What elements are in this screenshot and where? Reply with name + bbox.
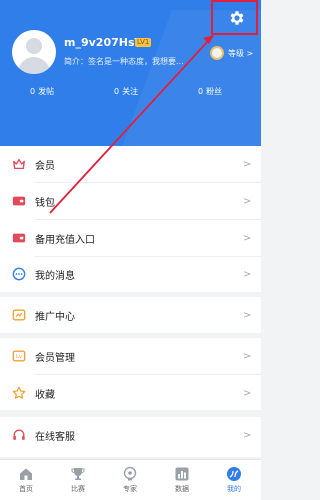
bar-chart-icon	[175, 467, 189, 481]
menu-group-1: 会员 > 钱包 > 备用充值入口 > 我的消息 >	[0, 146, 261, 292]
menu-item-backup-recharge-label: 备用充值入口	[35, 234, 95, 246]
crown-icon	[13, 158, 25, 170]
level-link[interactable]: 等级 >	[210, 46, 253, 60]
expert-bulb-icon	[123, 466, 137, 481]
stat-posts-value: 0	[30, 87, 36, 96]
menu-item-messages-label: 我的消息	[35, 270, 75, 282]
medal-icon	[210, 46, 224, 60]
svg-text:Lv: Lv	[16, 354, 22, 360]
wallet-icon	[12, 196, 26, 206]
level-badge: LV1	[135, 38, 152, 47]
chevron-right-icon: >	[243, 309, 252, 321]
tab-home-label: 首页	[19, 485, 33, 493]
stat-following[interactable]: 0 关注	[114, 86, 138, 97]
chat-bubble-icon	[12, 267, 26, 281]
stat-posts[interactable]: 0 发帖	[30, 86, 54, 97]
menu-item-wallet[interactable]: 钱包 >	[0, 183, 261, 219]
level-label: 等级 >	[228, 48, 254, 58]
menu-group-3: Lv 会员管理 > 收藏 >	[0, 338, 261, 410]
avatar[interactable]	[12, 30, 56, 74]
menu-item-favorites-label: 收藏	[35, 389, 55, 401]
tab-mine-label: 我的	[227, 485, 241, 493]
menu-item-favorites[interactable]: 收藏 >	[0, 375, 261, 411]
chevron-right-icon: >	[243, 158, 252, 170]
tab-mine[interactable]: 我的	[208, 462, 260, 500]
chevron-right-icon: >	[243, 232, 252, 244]
menu-item-wallet-label: 钱包	[35, 197, 55, 209]
menu-group-4: 在线客服 >	[0, 417, 261, 457]
tab-data[interactable]: 数据	[156, 462, 208, 500]
menu-item-customer-service[interactable]: 在线客服 >	[0, 417, 261, 453]
tab-matches-label: 比赛	[71, 485, 85, 493]
tab-matches[interactable]: 比赛	[52, 462, 104, 500]
star-icon	[12, 386, 26, 399]
chevron-right-icon: >	[243, 268, 252, 280]
stat-fans-value: 0	[198, 87, 204, 96]
tab-data-label: 数据	[175, 485, 189, 493]
stat-fans-label: 粉丝	[206, 87, 223, 96]
home-icon	[20, 468, 32, 480]
menu-item-promotion-label: 推广中心	[35, 311, 75, 323]
wallet-icon	[12, 233, 26, 243]
bio-text[interactable]: 简介：签名是一种态度，我想要...	[64, 56, 184, 67]
menu-item-member-management-label: 会员管理	[35, 352, 75, 364]
chevron-right-icon: >	[243, 195, 252, 207]
menu-item-customer-service-label: 在线客服	[35, 431, 75, 443]
settings-highlight-box	[211, 0, 258, 35]
bottom-tab-bar: 首页 比赛 专家 数据 我的	[0, 459, 261, 500]
menu-item-promotion[interactable]: 推广中心 >	[0, 297, 261, 333]
tab-experts-label: 专家	[123, 485, 137, 493]
tab-experts[interactable]: 专家	[104, 462, 156, 500]
stat-following-value: 0	[114, 87, 120, 96]
menu-item-vip-label: 会员	[35, 160, 55, 172]
menu-item-vip[interactable]: 会员 >	[0, 146, 261, 182]
promotion-icon	[12, 309, 26, 321]
trophy-icon	[71, 468, 85, 480]
menu-group-2: 推广中心 >	[0, 297, 261, 333]
username[interactable]: m_9v207HsT	[64, 36, 142, 49]
menu-item-member-management[interactable]: Lv 会员管理 >	[0, 338, 261, 374]
headset-icon	[13, 429, 25, 440]
chevron-right-icon: >	[243, 429, 252, 441]
chevron-right-icon: >	[243, 387, 252, 399]
stat-following-label: 关注	[122, 87, 139, 96]
menu-item-messages[interactable]: 我的消息 >	[0, 256, 261, 292]
avatar-head	[26, 38, 42, 54]
menu-item-backup-recharge[interactable]: 备用充值入口 >	[0, 220, 261, 256]
stat-fans[interactable]: 0 粉丝	[198, 86, 222, 97]
stat-posts-label: 发帖	[38, 87, 55, 96]
profile-ball-icon	[227, 467, 241, 481]
stats-row: 0 发帖 0 关注 0 粉丝	[0, 86, 261, 100]
member-card-icon: Lv	[12, 350, 26, 362]
chevron-right-icon: >	[243, 350, 252, 362]
tab-home[interactable]: 首页	[0, 462, 52, 500]
avatar-body	[18, 57, 50, 74]
